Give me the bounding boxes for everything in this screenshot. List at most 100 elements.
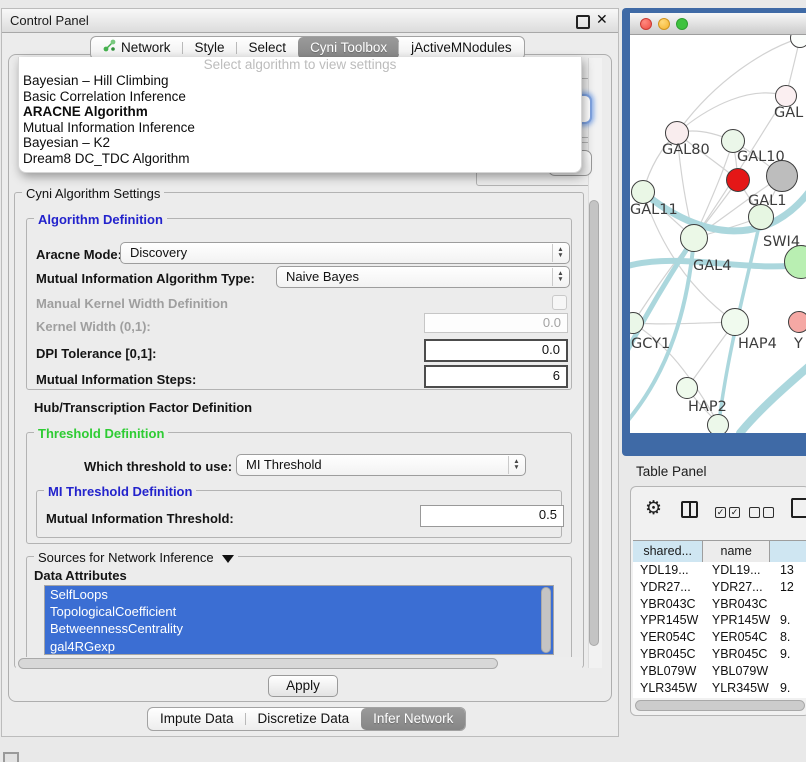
tab-cyni-toolbox[interactable]: Cyni Toolbox <box>298 37 399 59</box>
network-node[interactable] <box>721 308 749 336</box>
mi-type-label: Mutual Information Algorithm Type: <box>36 271 255 286</box>
data-attribute-item[interactable]: BetweennessCentrality <box>45 620 553 637</box>
table-cell <box>773 663 806 680</box>
column-header-a[interactable]: A <box>770 541 806 562</box>
table-header-row: shared...nameA <box>633 540 806 562</box>
tab-label: jActiveMNodules <box>411 37 512 59</box>
network-icon <box>103 37 116 59</box>
network-node[interactable] <box>775 85 797 107</box>
table-row[interactable]: YPR145WYPR145W9. <box>633 612 806 629</box>
tab-label: Select <box>249 37 287 59</box>
tab-style[interactable]: Style <box>183 37 237 59</box>
collapsed-panel-icon[interactable] <box>3 752 19 762</box>
network-node[interactable] <box>676 377 698 399</box>
attributes-vscrollbar-thumb[interactable] <box>541 587 551 653</box>
data-attribute-item[interactable]: SelfLoops <box>45 586 553 603</box>
close-window-icon[interactable] <box>640 18 652 30</box>
tab-impute-data[interactable]: Impute Data <box>148 708 246 730</box>
network-node[interactable] <box>631 180 655 204</box>
unchecked-columns-icon[interactable] <box>749 504 774 519</box>
minimize-window-icon[interactable] <box>658 18 670 30</box>
control-panel-titlebar: Control Panel ✕ <box>2 9 618 33</box>
dpi-tolerance-field[interactable]: 0.0 <box>424 339 568 362</box>
kernel-width-label: Kernel Width (0,1): <box>36 319 151 334</box>
network-node-label: GAL10 <box>737 149 785 165</box>
aracne-mode-label: Aracne Mode: <box>36 247 122 262</box>
control-panel-title: Control Panel <box>10 13 89 28</box>
table-cell: 9. <box>773 646 806 663</box>
table-cell: YIL052C <box>633 696 705 698</box>
settings-hscrollbar-thumb[interactable] <box>18 658 498 669</box>
mi-type-value: Naive Bayes <box>286 269 359 284</box>
table-cell: YDR27... <box>633 579 705 596</box>
tab-infer-network[interactable]: Infer Network <box>361 708 465 730</box>
table-row[interactable]: YBR045CYBR045C9. <box>633 646 806 663</box>
algorithm-dropdown-items: Bayesian – Hill ClimbingBasic Correlatio… <box>19 73 581 166</box>
data-attribute-item[interactable]: TopologicalCoefficient <box>45 603 553 620</box>
network-window: GALGAL80GAL10GAL1GAL11SWI4GAL4GCY1HAP4YH… <box>630 13 806 433</box>
which-threshold-value: MI Threshold <box>246 457 322 472</box>
table-row[interactable]: YLR345WYLR345W9. <box>633 680 806 697</box>
maximize-window-icon[interactable] <box>676 18 688 30</box>
settings-vscrollbar-thumb[interactable] <box>589 200 599 646</box>
table-cell: 9. <box>773 612 806 629</box>
data-attribute-item[interactable]: gal4RGexp <box>45 638 553 655</box>
network-node-label: HAP4 <box>738 336 777 352</box>
which-threshold-combo[interactable]: MI Threshold ▲▼ <box>236 454 526 476</box>
network-window-titlebar[interactable] <box>630 13 806 35</box>
table-row[interactable]: YDL19...YDL19...13 <box>633 562 806 579</box>
algorithm-option-basic-correlation-inference[interactable]: Basic Correlation Inference <box>19 89 581 105</box>
algorithm-dropdown-popup: Select algorithm to view settings Bayesi… <box>18 57 582 173</box>
mi-type-combo[interactable]: Naive Bayes ▲▼ <box>276 266 570 288</box>
algorithm-dropdown-placeholder: Select algorithm to view settings <box>19 57 581 73</box>
table-cell: 8. <box>773 629 806 646</box>
tab-label: Discretize Data <box>258 708 350 730</box>
split-columns-icon[interactable] <box>681 501 698 518</box>
table-cell: YER054C <box>705 629 773 646</box>
network-node-label: SWI4 <box>763 234 800 250</box>
algorithm-option-aracne-algorithm[interactable]: ARACNE Algorithm <box>19 104 581 120</box>
close-panel-icon[interactable]: ✕ <box>596 11 608 28</box>
aracne-mode-combo[interactable]: Discovery ▲▼ <box>120 242 570 264</box>
algorithm-option-bayesian-k2[interactable]: Bayesian – K2 <box>19 135 581 151</box>
kernel-width-field[interactable]: 0.0 <box>424 313 568 333</box>
column-header-shared-[interactable]: shared... <box>633 541 703 562</box>
expander-expanded-icon[interactable] <box>222 555 234 563</box>
table-row[interactable]: YBL079WYBL079W <box>633 663 806 680</box>
apply-button[interactable]: Apply <box>268 675 338 697</box>
mi-threshold-field[interactable]: 0.5 <box>420 505 564 527</box>
document-icon[interactable] <box>791 498 806 518</box>
table-row[interactable]: YER054CYER054C8. <box>633 629 806 646</box>
column-header-name[interactable]: name <box>703 541 770 562</box>
algorithm-option-bayesian-hill-climbing[interactable]: Bayesian – Hill Climbing <box>19 73 581 89</box>
gear-icon[interactable]: ⚙ <box>645 497 662 520</box>
hub-definition-expander-label[interactable]: Hub/Transcription Factor Definition <box>34 400 252 415</box>
tab-label: Impute Data <box>160 708 234 730</box>
tab-jactivemnodules[interactable]: jActiveMNodules <box>399 37 524 59</box>
algorithm-option-mutual-information-inference[interactable]: Mutual Information Inference <box>19 120 581 136</box>
algorithm-option-dream8-dc-tdc-algorithm[interactable]: Dream8 DC_TDC Algorithm <box>19 151 581 167</box>
network-node[interactable] <box>707 414 729 433</box>
manual-kernel-checkbox[interactable] <box>552 295 567 310</box>
table-hscrollbar-thumb[interactable] <box>635 700 805 711</box>
network-node[interactable] <box>726 168 750 192</box>
table-cell <box>773 596 806 613</box>
table-row[interactable]: YIL052CYIL052C9. <box>633 696 806 698</box>
table-row[interactable]: YBR043CYBR043C <box>633 596 806 613</box>
network-canvas[interactable]: GALGAL80GAL10GAL1GAL11SWI4GAL4GCY1HAP4YH… <box>630 35 806 433</box>
which-threshold-label: Which threshold to use: <box>84 459 232 474</box>
network-node[interactable] <box>680 224 708 252</box>
sources-legend-text: Sources for Network Inference <box>38 550 214 565</box>
tab-select[interactable]: Select <box>237 37 299 59</box>
table-cell: YBL079W <box>705 663 773 680</box>
float-panel-icon[interactable] <box>576 15 590 29</box>
network-node[interactable] <box>788 311 806 333</box>
table-cell: YLR345W <box>705 680 773 697</box>
mi-steps-label: Mutual Information Steps: <box>36 372 196 387</box>
tab-discretize-data[interactable]: Discretize Data <box>246 708 362 730</box>
mi-steps-field[interactable]: 6 <box>424 365 568 388</box>
table-cell: 12 <box>773 579 806 596</box>
table-row[interactable]: YDR27...YDR27...12 <box>633 579 806 596</box>
checked-columns-icon[interactable]: ✓✓ <box>715 504 740 519</box>
tab-network[interactable]: Network <box>91 37 183 59</box>
